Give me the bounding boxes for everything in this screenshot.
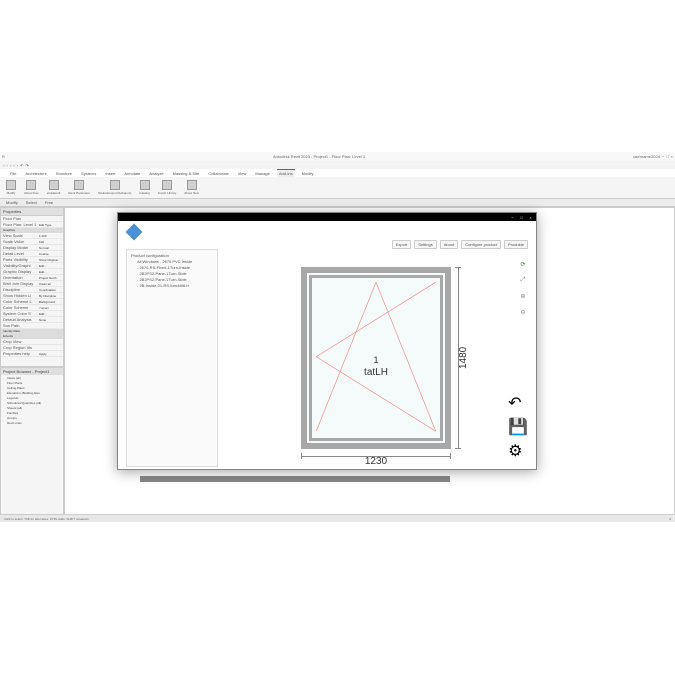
left-column: Properties Floor Plan Floor Plan: Level … [0, 207, 64, 517]
ribbon: Modify About Free eCadwork Revit Paramet… [0, 177, 675, 199]
dialog-close-icon[interactable]: × [528, 215, 533, 220]
ribbon-tabs: File Architecture Structure Systems Inse… [0, 169, 675, 177]
tab-annotate[interactable]: Annotate [122, 170, 142, 177]
tab-insert[interactable]: Insert [103, 170, 117, 177]
dialog-titlebar: − □ × [118, 213, 536, 221]
tab-collaborate[interactable]: Collaborate [206, 170, 230, 177]
properties-panel: Properties Floor Plan Floor Plan: Level … [0, 207, 64, 367]
settings-icon[interactable]: ⚙ [508, 441, 528, 461]
zoom-in-icon[interactable]: ⊕ [518, 291, 528, 301]
dialog-logo-row [126, 225, 528, 239]
configure-button[interactable]: Configure product [461, 240, 501, 249]
window-drawing-wrapper: 1 tatLH 1230 1480 [301, 267, 451, 449]
tree-node[interactable]: - 2B-Inside-01-RS-turn&tiltLH [129, 282, 215, 288]
tab-systems[interactable]: Systems [79, 170, 98, 177]
ribbon-icon [74, 180, 84, 190]
refresh-icon[interactable]: ⟳ [518, 259, 528, 269]
ribbon-icon [6, 180, 16, 190]
properties-header: Properties [1, 208, 63, 216]
tab-view[interactable]: View [236, 170, 249, 177]
ribbon-group[interactable]: eCadwork [47, 180, 61, 195]
ribbon-icon [26, 180, 36, 190]
ribbon-group[interactable]: Revit Parameter [68, 180, 90, 195]
tab-analyze[interactable]: Analyze [147, 170, 165, 177]
window-drawing[interactable]: 1 tatLH [301, 267, 451, 449]
ribbon-icon [140, 180, 150, 190]
tab-addins[interactable]: Add-Ins [277, 169, 295, 177]
ribbon-group[interactable]: About New [184, 180, 199, 195]
qat-icon[interactable]: ↶ [20, 163, 23, 168]
ribbon-icon [49, 180, 59, 190]
minimize-icon[interactable]: − [662, 154, 664, 159]
settings-button[interactable]: Settings [414, 240, 436, 249]
qat-icon[interactable]: ▫ [10, 163, 11, 168]
status-bar: Click to select. TAB for alternates. CTR… [0, 514, 675, 522]
user-label[interactable]: username2024 [633, 154, 660, 159]
maximize-icon[interactable]: □ [666, 154, 668, 159]
undo-icon[interactable]: ↶ [508, 393, 528, 413]
dialog-maximize-icon[interactable]: □ [519, 215, 524, 220]
titlebar: R Autodesk Revit 2023 - Project1 - Floor… [0, 152, 675, 161]
ribbon-group[interactable]: Strukturtexport(Advance) [98, 180, 131, 195]
subbar-item[interactable]: Free [45, 200, 53, 205]
browser-node[interactable]: Revit Links [1, 420, 63, 425]
preview-tools-bottom: ↶ 💾 ⚙ [508, 393, 528, 461]
configurator-dialog: − □ × Export Settings About Configure pr… [117, 212, 537, 470]
subbar-item[interactable]: Modify [6, 200, 18, 205]
ribbon-group[interactable]: About Free [24, 180, 39, 195]
window-label: tatLH [307, 367, 445, 378]
tab-architecture[interactable]: Architecture [23, 170, 48, 177]
expand-icon[interactable]: ⤢ [518, 275, 528, 285]
export-button[interactable]: Export [392, 240, 412, 249]
canvas-element [140, 476, 450, 482]
project-browser: Project Browser - Project1 Views (all) F… [0, 367, 64, 517]
about-button[interactable]: About [440, 240, 458, 249]
tab-manage[interactable]: Manage [253, 170, 271, 177]
dialog-main: Product configuration All Windows - 2670… [126, 249, 528, 467]
workarea: Properties Floor Plan Floor Plan: Level … [0, 207, 675, 517]
drawing-canvas[interactable]: − □ × Export Settings About Configure pr… [64, 207, 675, 517]
ribbon-group[interactable]: Import Library [158, 180, 177, 195]
brand-logo-icon [126, 224, 143, 241]
status-right: 0 [669, 517, 671, 521]
title-text: Autodesk Revit 2023 - Project1 - Floor P… [5, 154, 633, 159]
zoom-out-icon[interactable]: ⊖ [518, 307, 528, 317]
subbar-item[interactable]: Select [26, 200, 37, 205]
status-text: Click to select. TAB for alternates. CTR… [4, 517, 89, 521]
products-button[interactable]: Produkte [504, 240, 528, 249]
dimension-width: 1230 [301, 456, 451, 467]
preview-tools: ⟳ ⤢ ⊕ ⊖ [518, 259, 528, 317]
browser-header: Project Browser - Project1 [1, 368, 63, 375]
quick-access-toolbar: ▫ ▫ ▫ ▫ ▫ ↶ ↷ [0, 161, 675, 169]
qat-icon[interactable]: ↷ [25, 163, 28, 168]
ribbon-group[interactable]: Modify [6, 180, 16, 195]
qat-icon[interactable]: ▫ [17, 163, 18, 168]
window-number: 1 [307, 355, 445, 365]
prop-apply[interactable]: Properties helpApply [1, 351, 63, 357]
ribbon-icon [110, 180, 120, 190]
dimension-height: 1480 [458, 267, 469, 449]
product-tree: Product configuration All Windows - 2670… [126, 249, 218, 467]
ribbon-icon [162, 180, 172, 190]
revit-window: R Autodesk Revit 2023 - Project1 - Floor… [0, 152, 675, 522]
window-preview: ⟳ ⤢ ⊕ ⊖ ↶ 💾 ⚙ [224, 249, 528, 467]
ribbon-icon [187, 180, 197, 190]
tab-structure[interactable]: Structure [54, 170, 74, 177]
subbar: Modify Select Free [0, 199, 675, 207]
tab-massing[interactable]: Massing & Site [171, 170, 202, 177]
tab-modify[interactable]: Modify [300, 170, 316, 177]
dialog-body: Export Settings About Configure product … [118, 221, 536, 471]
qat-icon[interactable]: ▫ [13, 163, 14, 168]
dialog-toolbar: Export Settings About Configure product … [126, 239, 528, 249]
tab-file[interactable]: File [8, 170, 18, 177]
qat-icon[interactable]: ▫ [6, 163, 7, 168]
close-icon[interactable]: × [671, 154, 673, 159]
ribbon-group[interactable]: Catalog [139, 180, 149, 195]
dialog-minimize-icon[interactable]: − [510, 215, 515, 220]
qat-icon[interactable]: ▫ [3, 163, 4, 168]
save-icon[interactable]: 💾 [508, 417, 528, 437]
